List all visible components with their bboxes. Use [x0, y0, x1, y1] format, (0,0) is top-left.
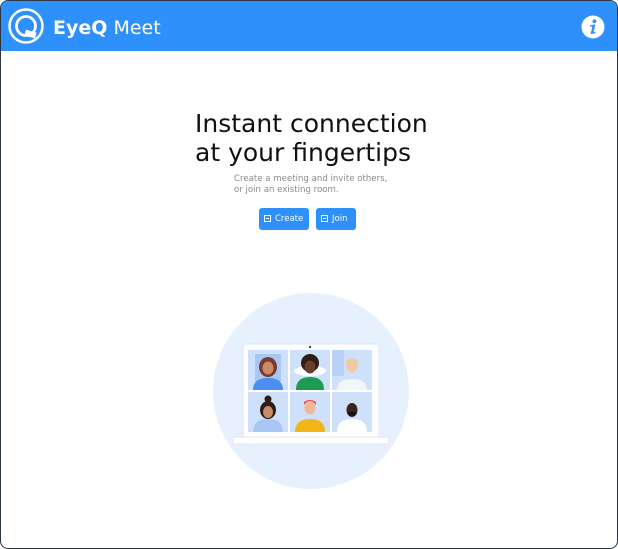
subtitle-line-1: Create a meeting and invite others,: [234, 174, 388, 184]
create-button-label: Create: [275, 214, 304, 224]
video-call-grid-illustration: [213, 293, 409, 489]
create-button[interactable]: Create: [259, 208, 309, 230]
participant-tile-4: [248, 392, 288, 432]
app-window: EyeQ Meet Instant connection at your fin…: [0, 0, 618, 549]
join-button[interactable]: Join: [316, 208, 356, 230]
headline-line-2: at your fingertips: [195, 138, 411, 167]
participant-tile-1: [248, 350, 288, 390]
plus-box-icon: [264, 215, 271, 222]
participant-tile-2: [290, 350, 330, 390]
headline-line-1: Instant connection: [195, 109, 428, 138]
eyeq-logo-icon: [8, 8, 44, 44]
app-title-suffix: Meet: [107, 17, 161, 39]
participant-tile-3: [332, 350, 372, 390]
participant-tile-5: [290, 392, 330, 432]
join-button-label: Join: [332, 214, 348, 224]
subtitle: Create a meeting and invite others, or j…: [234, 174, 387, 196]
app-title: EyeQ Meet: [53, 17, 161, 39]
enter-box-icon: [321, 215, 328, 222]
headline: Instant connection at your fingertips: [195, 109, 428, 167]
app-title-brand: EyeQ: [53, 17, 108, 39]
subtitle-line-2: or join an existing room.: [234, 185, 339, 195]
title-bar: EyeQ Meet: [1, 1, 617, 51]
info-icon[interactable]: [581, 15, 605, 39]
participant-tile-6: [332, 392, 372, 432]
